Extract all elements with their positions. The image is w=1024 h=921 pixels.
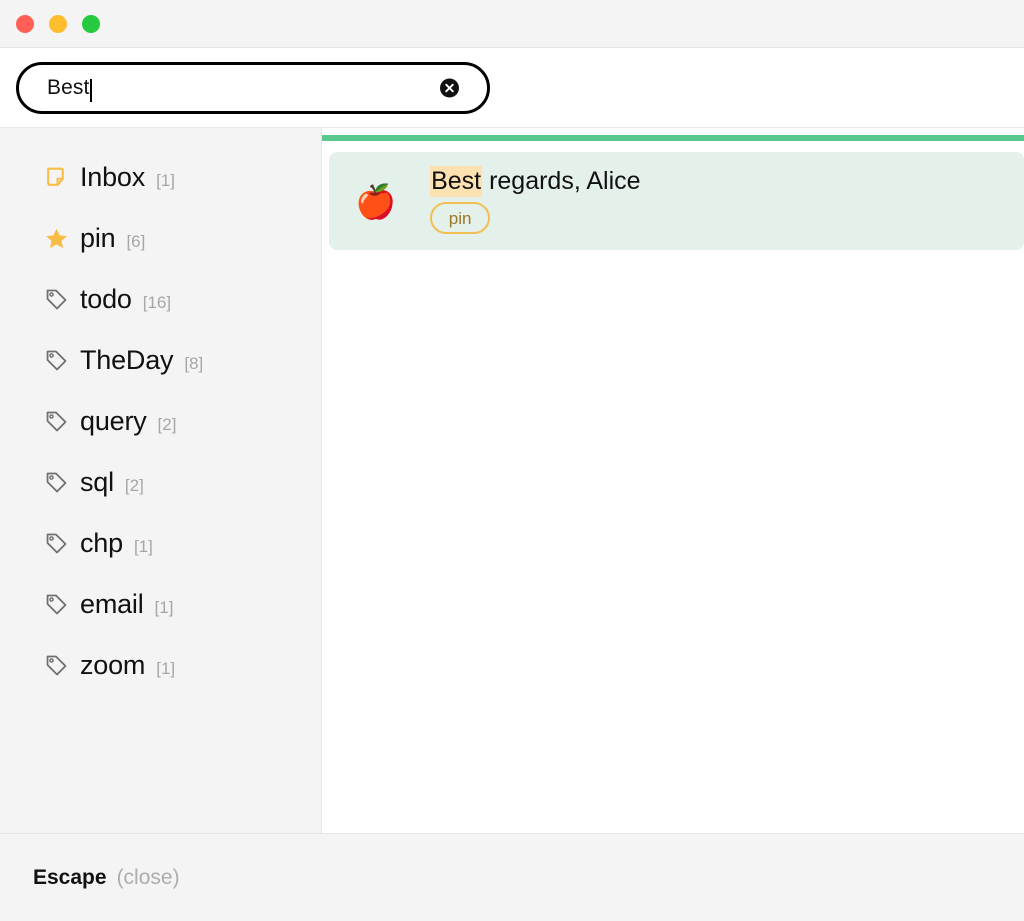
footer-key-escape: Escape [33, 866, 107, 889]
sidebar-item-label: Inbox [80, 162, 146, 192]
search-bar-row: Best [0, 48, 1024, 127]
sidebar-item-todo[interactable]: todo [16] [0, 269, 321, 330]
tag-icon [44, 287, 69, 312]
footer-hint-bar: Escape (close) [0, 833, 1024, 921]
tag-icon [44, 470, 69, 495]
search-input-value: Best [47, 76, 90, 99]
tag-icon [44, 348, 69, 373]
sidebar-item-label: TheDay [80, 345, 174, 375]
sidebar-item-count: [8] [184, 354, 204, 373]
main-body: Inbox [1] pin [6] todo [16] TheDay [8] q… [0, 127, 1024, 833]
sidebar-item-count: [1] [156, 659, 176, 678]
sidebar-item-pin[interactable]: pin [6] [0, 208, 321, 269]
text-caret [90, 79, 93, 102]
sidebar-item-sql[interactable]: sql [2] [0, 452, 321, 513]
titlebar [0, 0, 1024, 48]
sidebar-item-label: sql [80, 467, 114, 497]
sidebar-item-count: [1] [133, 537, 153, 556]
close-circle-icon[interactable] [440, 78, 459, 97]
sidebar-item-label: zoom [80, 650, 146, 680]
footer-action-label: (close) [116, 866, 180, 889]
maximize-window-button[interactable] [82, 14, 100, 33]
sidebar-item-count: [2] [157, 415, 177, 434]
sidebar-item-zoom[interactable]: zoom [1] [0, 635, 321, 696]
sidebar-item-count: [16] [142, 293, 172, 312]
app-window: Best Inbox [1] pin [6] todo [16] TheDay … [0, 0, 1024, 921]
accent-bar [322, 135, 1024, 141]
sidebar-item-label: chp [80, 528, 123, 558]
sidebar-item-count: [6] [126, 232, 146, 251]
tag-icon [44, 592, 69, 617]
sidebar-item-label: query [80, 406, 147, 436]
tag-icon [44, 531, 69, 556]
sidebar-item-chp[interactable]: chp [1] [0, 513, 321, 574]
results-panel: 🍎 Best regards, Alice pin [322, 128, 1024, 833]
sidebar-item-count: [2] [124, 476, 144, 495]
sidebar-item-inbox[interactable]: Inbox [1] [0, 147, 321, 208]
apple-icon: 🍎 [355, 182, 397, 220]
result-content: Best regards, Alice pin [430, 165, 641, 235]
result-title: Best regards, Alice [430, 165, 641, 197]
tag-icon [44, 409, 69, 434]
sidebar-item-count: [1] [154, 598, 174, 617]
result-item[interactable]: 🍎 Best regards, Alice pin [329, 152, 1024, 250]
star-icon [44, 226, 69, 251]
tag-badge-pin[interactable]: pin [430, 202, 491, 235]
tag-icon [44, 653, 69, 678]
sidebar-item-label: email [80, 589, 144, 619]
sidebar: Inbox [1] pin [6] todo [16] TheDay [8] q… [0, 128, 322, 833]
sidebar-item-label: pin [80, 223, 116, 253]
note-icon [44, 165, 69, 190]
result-title-rest: regards, Alice [482, 166, 641, 195]
sidebar-item-count: [1] [156, 171, 175, 190]
sidebar-item-query[interactable]: query [2] [0, 391, 321, 452]
sidebar-item-theday[interactable]: TheDay [8] [0, 330, 321, 391]
sidebar-item-email[interactable]: email [1] [0, 574, 321, 635]
search-input[interactable]: Best [16, 61, 490, 114]
result-tag-row: pin [430, 202, 640, 235]
traffic-light-group [16, 14, 100, 33]
minimize-window-button[interactable] [49, 14, 67, 33]
sidebar-item-label: todo [80, 284, 132, 314]
close-window-button[interactable] [16, 14, 34, 33]
result-title-highlight: Best [430, 165, 483, 197]
